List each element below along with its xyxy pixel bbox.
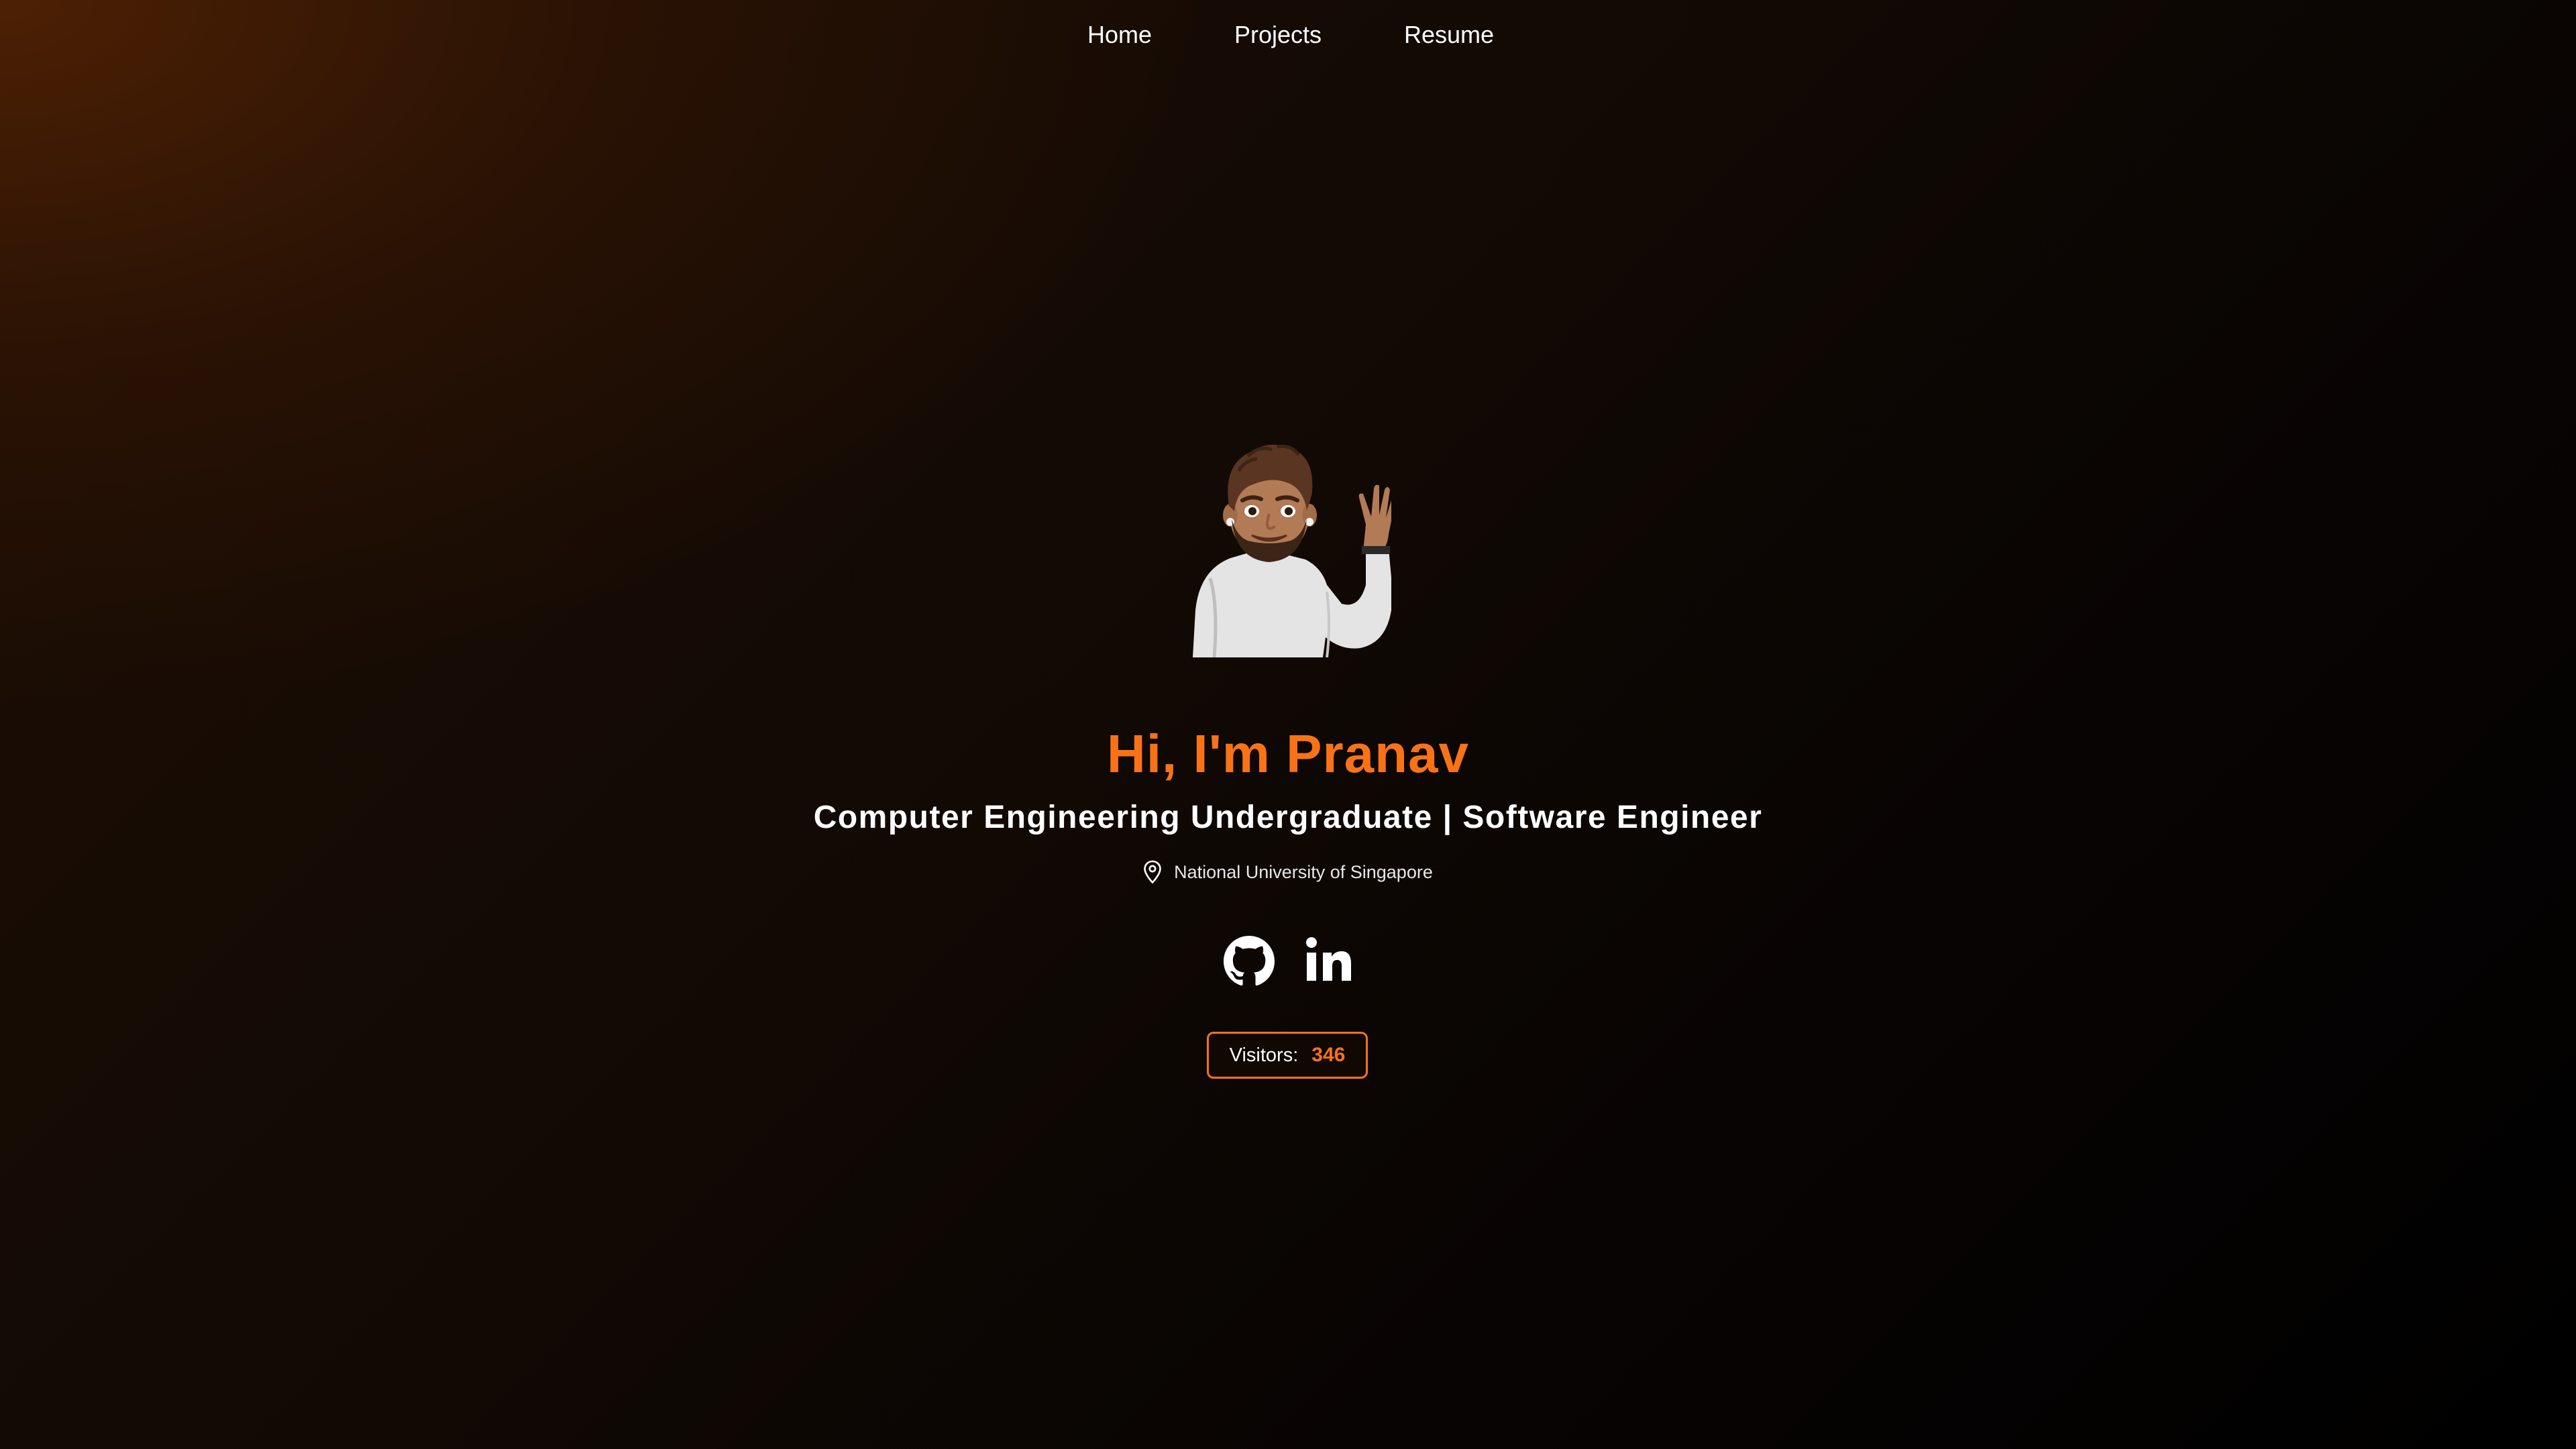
hero-title: Hi, I'm Pranav bbox=[1107, 724, 1469, 784]
avatar-sweater bbox=[1193, 549, 1391, 657]
visitors-count: 346 bbox=[1311, 1044, 1346, 1066]
visitors-label: Visitors: bbox=[1229, 1044, 1299, 1066]
waving-avatar-image bbox=[1193, 444, 1391, 657]
hero-subtitle: Computer Engineering Undergraduate | Sof… bbox=[813, 800, 1763, 835]
location-row: National University of Singapore bbox=[0, 857, 2576, 887]
linkedin-icon bbox=[1306, 937, 1351, 981]
nav-resume-link[interactable]: Resume bbox=[1404, 20, 1494, 50]
avatar-hand bbox=[1358, 484, 1391, 554]
nav-home-link[interactable]: Home bbox=[1087, 20, 1152, 50]
github-icon bbox=[1224, 936, 1275, 986]
social-links bbox=[1224, 932, 1358, 990]
map-pin-icon bbox=[1144, 860, 1161, 884]
linkedin-link[interactable] bbox=[1303, 932, 1354, 990]
location-text: National University of Singapore bbox=[1174, 862, 1433, 882]
visitor-counter-badge: Visitors: 346 bbox=[1207, 1032, 1368, 1079]
github-link[interactable] bbox=[1224, 932, 1275, 990]
top-nav: Home Projects Resume bbox=[0, 0, 2576, 71]
nav-projects-link[interactable]: Projects bbox=[1234, 20, 1322, 50]
